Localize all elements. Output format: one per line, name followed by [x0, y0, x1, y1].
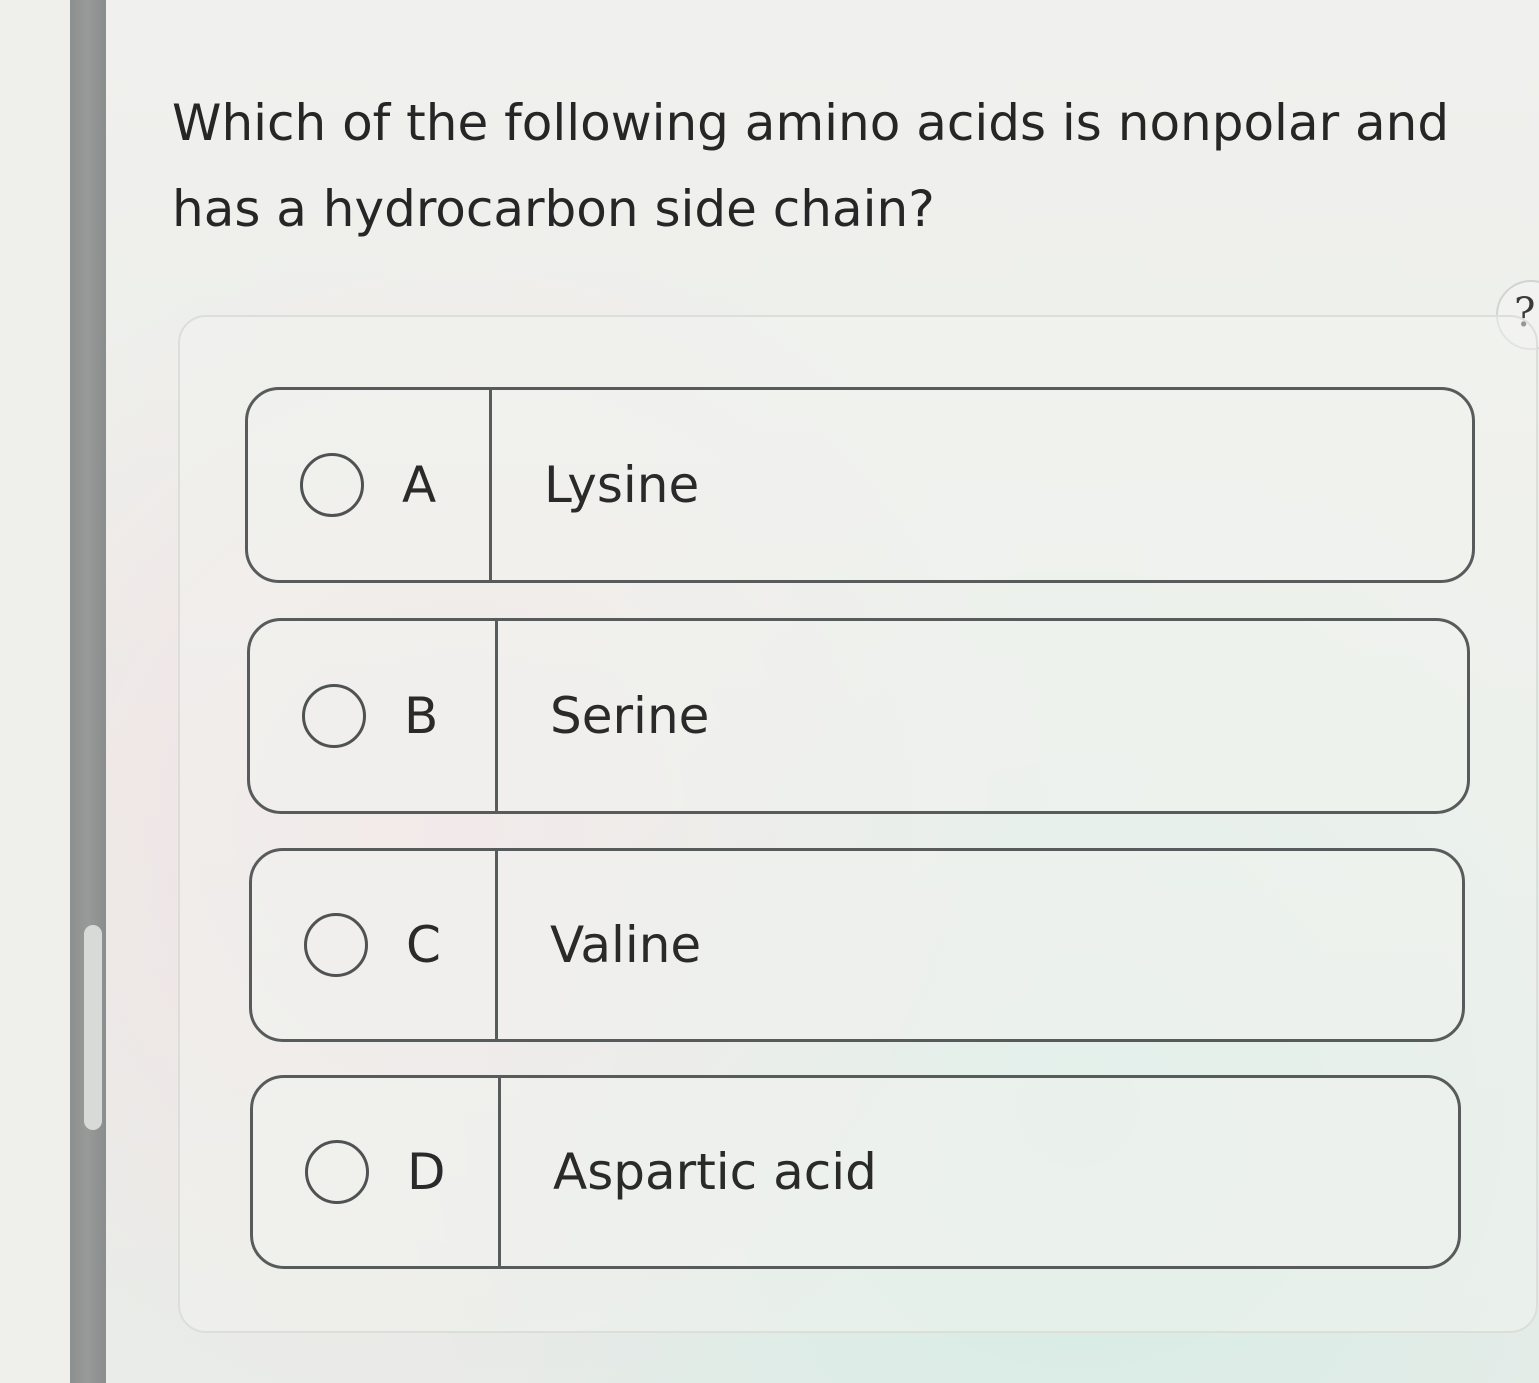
option-d-selector[interactable]: D: [253, 1078, 501, 1266]
option-a-selector[interactable]: A: [248, 390, 492, 580]
option-c[interactable]: C Valine: [249, 848, 1465, 1042]
scrollbar-track[interactable]: [70, 0, 106, 1383]
radio-icon[interactable]: [302, 684, 366, 748]
left-margin: [0, 0, 71, 1383]
scrollbar-thumb[interactable]: [84, 925, 102, 1130]
option-c-selector[interactable]: C: [252, 851, 498, 1039]
radio-icon[interactable]: [305, 1140, 369, 1204]
option-c-letter: C: [406, 916, 441, 974]
option-a-letter: A: [402, 456, 437, 514]
option-b-selector[interactable]: B: [250, 621, 498, 811]
option-b-label: Serine: [550, 687, 710, 745]
option-a-label: Lysine: [544, 456, 700, 514]
option-d-letter: D: [407, 1143, 446, 1201]
radio-icon[interactable]: [300, 453, 364, 517]
option-c-label: Valine: [550, 916, 702, 974]
option-d[interactable]: D Aspartic acid: [250, 1075, 1461, 1269]
option-a[interactable]: A Lysine: [245, 387, 1475, 583]
option-b[interactable]: B Serine: [247, 618, 1470, 814]
option-d-label: Aspartic acid: [553, 1143, 877, 1201]
radio-icon[interactable]: [304, 913, 368, 977]
option-b-letter: B: [404, 687, 439, 745]
question-text: Which of the following amino acids is no…: [172, 94, 1450, 238]
